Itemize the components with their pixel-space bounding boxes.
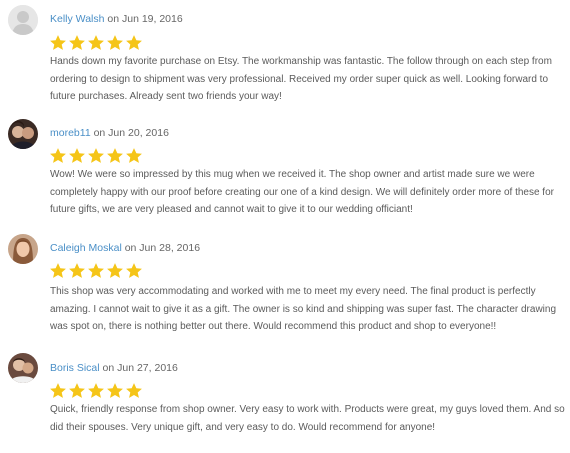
star-rating [49, 382, 143, 402]
star-icon [50, 35, 66, 50]
star-icon [126, 148, 142, 163]
star-icon [107, 263, 123, 278]
review-date: on Jun 19, 2016 [104, 13, 183, 25]
review-text: Wow! We were so impressed by this mug wh… [50, 169, 554, 215]
star-icon [88, 148, 104, 163]
star-icon [107, 148, 123, 163]
review-date: on Jun 20, 2016 [90, 127, 169, 139]
star-icon [126, 383, 142, 398]
star-icon [88, 35, 104, 50]
star-icon [88, 383, 104, 398]
reviewer-name-link[interactable]: Boris Sical [50, 362, 100, 374]
star-icon [50, 383, 66, 398]
star-icon [88, 263, 104, 278]
star-icon [50, 148, 66, 163]
star-rating [49, 34, 143, 54]
user-photo-icon [8, 119, 38, 149]
star-icon [126, 35, 142, 50]
user-silhouette-icon [8, 5, 38, 35]
user-photo-icon [8, 353, 38, 383]
star-icon [69, 263, 85, 278]
star-icon [69, 148, 85, 163]
review-text: Hands down my favorite purchase on Etsy.… [50, 56, 552, 102]
review-meta: Boris Sical on Jun 27, 2016 [50, 362, 178, 374]
review-meta: Caleigh Moskal on Jun 28, 2016 [50, 242, 200, 254]
user-photo-icon [8, 234, 38, 264]
star-icon [107, 383, 123, 398]
reviewer-name-link[interactable]: moreb11 [50, 127, 91, 139]
review-meta: Kelly Walsh on Jun 19, 2016 [50, 13, 183, 25]
star-icon [107, 35, 123, 50]
star-icon [50, 263, 66, 278]
review-meta: moreb11 on Jun 20, 2016 [50, 127, 169, 139]
avatar[interactable] [8, 119, 38, 149]
star-icon [69, 35, 85, 50]
star-rating [49, 147, 143, 167]
avatar[interactable] [8, 353, 38, 383]
star-icon [126, 263, 142, 278]
star-rating [49, 262, 143, 282]
star-icon [69, 383, 85, 398]
review-text: Quick, friendly response from shop owner… [50, 404, 565, 433]
review-text: This shop was very accommodating and wor… [50, 286, 557, 332]
reviewer-name-link[interactable]: Kelly Walsh [50, 13, 104, 25]
review-date: on Jun 27, 2016 [99, 362, 178, 374]
avatar[interactable] [8, 234, 38, 264]
reviewer-name-link[interactable]: Caleigh Moskal [50, 242, 122, 254]
review-date: on Jun 28, 2016 [121, 242, 201, 254]
avatar[interactable] [8, 5, 38, 35]
